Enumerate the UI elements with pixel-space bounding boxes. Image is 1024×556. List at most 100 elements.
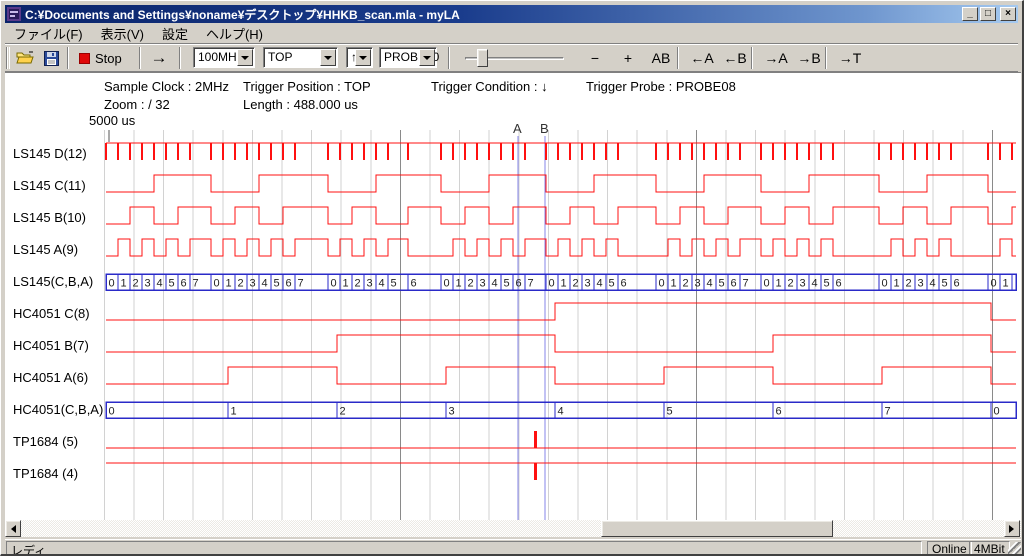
svg-text:0: 0: [659, 278, 665, 290]
status-ready: レディ: [6, 541, 922, 556]
svg-text:3: 3: [449, 406, 455, 418]
tool-button-−[interactable]: −: [580, 47, 610, 69]
svg-text:2: 2: [468, 278, 474, 290]
toolbar-grip[interactable]: [7, 47, 12, 69]
svg-text:6: 6: [411, 278, 417, 290]
trigger-position-value: TOP: [268, 50, 292, 64]
chevron-down-icon[interactable]: [237, 49, 253, 66]
svg-text:7: 7: [743, 278, 749, 290]
signal-label-1[interactable]: LS145 C(11): [13, 178, 109, 193]
close-button[interactable]: ×: [1000, 7, 1016, 21]
stop-button[interactable]: Stop: [75, 47, 126, 69]
svg-text:6: 6: [954, 278, 960, 290]
tool-button-rightA[interactable]: →A: [761, 47, 791, 69]
svg-text:4: 4: [492, 278, 498, 290]
svg-text:3: 3: [480, 278, 486, 290]
chevron-down-icon[interactable]: [355, 49, 371, 66]
svg-text:5: 5: [391, 278, 397, 290]
maximize-button[interactable]: □: [980, 7, 996, 21]
resize-grip[interactable]: [1008, 542, 1021, 555]
svg-text:6: 6: [516, 278, 522, 290]
scroll-right-button[interactable]: [1004, 520, 1020, 537]
tool-button-AB[interactable]: AB: [646, 47, 676, 69]
svg-text:0: 0: [109, 278, 115, 290]
svg-text:6: 6: [286, 278, 292, 290]
svg-text:7: 7: [193, 278, 199, 290]
open-file-button[interactable]: [14, 47, 36, 69]
svg-text:1: 1: [561, 278, 567, 290]
svg-text:3: 3: [918, 278, 924, 290]
tool-button-leftB[interactable]: ←B: [720, 47, 750, 69]
tool-button-rightB[interactable]: →B: [794, 47, 824, 69]
svg-text:0: 0: [994, 406, 1000, 418]
svg-text:2: 2: [906, 278, 912, 290]
tool-button-leftA[interactable]: ←A: [687, 47, 717, 69]
sample-clock-combo[interactable]: 100MHz: [193, 47, 255, 68]
signal-label-6[interactable]: HC4051 B(7): [13, 338, 109, 353]
zoom-slider[interactable]: [457, 47, 569, 69]
toolbar-separator: [825, 47, 827, 69]
trigger-probe-combo[interactable]: PROBE00: [379, 47, 437, 68]
svg-text:4: 4: [812, 278, 818, 290]
toolbar-separator: [179, 47, 181, 69]
scroll-left-button[interactable]: [5, 520, 21, 537]
toolbar-separator: [448, 47, 450, 69]
trigger-position-combo[interactable]: TOP: [263, 47, 338, 68]
menu-item-1[interactable]: 表示(V): [92, 22, 153, 45]
signal-label-3[interactable]: LS145 A(9): [13, 242, 109, 257]
signal-label-0[interactable]: LS145 D(12): [13, 146, 109, 161]
svg-text:3: 3: [367, 278, 373, 290]
svg-text:6: 6: [731, 278, 737, 290]
menu-item-2[interactable]: 設定: [153, 22, 197, 45]
svg-text:0: 0: [764, 278, 770, 290]
marker-letter-B: B: [540, 121, 549, 136]
horizontal-scrollbar[interactable]: [5, 520, 1021, 537]
svg-text:4: 4: [379, 278, 385, 290]
right-arrow-icon: →: [151, 48, 168, 68]
minimize-button[interactable]: _: [962, 7, 978, 21]
tool-button-+[interactable]: +: [613, 47, 643, 69]
signal-label-2[interactable]: LS145 B(10): [13, 210, 109, 225]
svg-text:5: 5: [609, 278, 615, 290]
signal-label-8[interactable]: HC4051(C,B,A): [13, 402, 109, 417]
run-button[interactable]: →: [145, 47, 173, 69]
signal-label-5[interactable]: HC4051 C(8): [13, 306, 109, 321]
tool-button-rightT[interactable]: →T: [835, 47, 865, 69]
trigger-edge-combo[interactable]: ↑: [346, 47, 373, 68]
toolbar-separator: [67, 47, 69, 69]
svg-text:0: 0: [109, 406, 115, 418]
menu-item-0[interactable]: ファイル(F): [5, 22, 92, 45]
svg-text:2: 2: [340, 406, 346, 418]
waveform-plot[interactable]: 0123456701234567012345601234567012345601…: [5, 73, 1021, 521]
menu-bar: ファイル(F)表示(V)設定ヘルプ(H): [5, 24, 1018, 43]
svg-text:1: 1: [343, 278, 349, 290]
svg-text:0: 0: [214, 278, 220, 290]
chevron-down-icon[interactable]: [419, 49, 435, 66]
svg-text:5: 5: [719, 278, 725, 290]
svg-text:2: 2: [238, 278, 244, 290]
save-button[interactable]: [40, 47, 62, 69]
signal-label-10[interactable]: TP1684 (4): [13, 466, 109, 481]
chevron-down-icon[interactable]: [320, 49, 336, 66]
svg-text:4: 4: [157, 278, 163, 290]
toolbar-separator: [751, 47, 753, 69]
svg-text:2: 2: [133, 278, 139, 290]
app-window: C:¥Documents and Settings¥noname¥デスクトップ¥…: [0, 0, 1024, 556]
right-arrow-icon: [1009, 525, 1018, 533]
signal-label-4[interactable]: LS145(C,B,A): [13, 274, 109, 289]
status-memory: 4MBit: [969, 541, 1010, 556]
marker-letter-A: A: [513, 121, 522, 136]
app-icon: [7, 7, 21, 21]
svg-text:1: 1: [121, 278, 127, 290]
svg-text:1: 1: [1003, 278, 1009, 290]
signal-label-7[interactable]: HC4051 A(6): [13, 370, 109, 385]
title-bar[interactable]: C:¥Documents and Settings¥noname¥デスクトップ¥…: [5, 5, 1018, 23]
scrollbar-thumb[interactable]: [601, 520, 833, 537]
stop-square-icon: [79, 53, 90, 64]
svg-text:7: 7: [885, 406, 891, 418]
menu-item-3[interactable]: ヘルプ(H): [197, 22, 272, 45]
signal-label-9[interactable]: TP1684 (5): [13, 434, 109, 449]
window-title: C:¥Documents and Settings¥noname¥デスクトップ¥…: [25, 6, 962, 23]
slider-thumb[interactable]: [477, 49, 488, 67]
svg-text:7: 7: [528, 278, 534, 290]
